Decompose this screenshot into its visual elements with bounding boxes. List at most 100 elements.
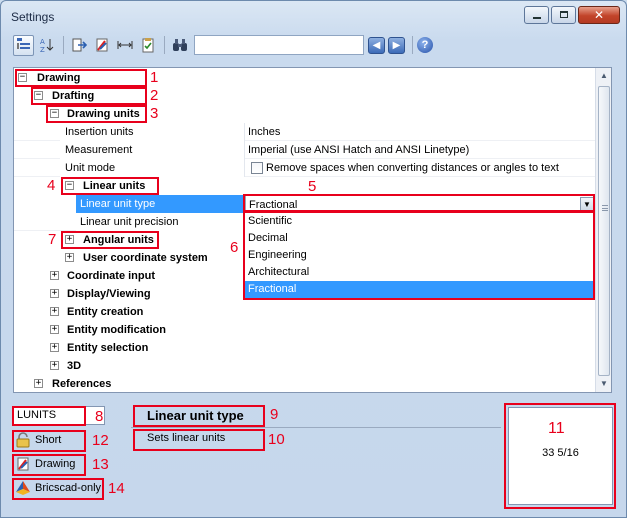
- settings-window: Settings ✕ AZ ◀ ▶ ? − Drawing − Drafting…: [0, 0, 627, 518]
- search-input[interactable]: [194, 35, 364, 55]
- find-button[interactable]: [169, 35, 190, 56]
- property-label: Measurement: [60, 141, 245, 159]
- window-controls: ✕: [524, 6, 620, 24]
- categorized-view-icon: [16, 38, 30, 49]
- tree-node-references[interactable]: + References: [14, 375, 596, 392]
- tree-node-entity-creation[interactable]: + Entity creation: [14, 303, 596, 321]
- tree-node-label: References: [52, 378, 112, 390]
- drawing-pencil-icon: [96, 38, 107, 52]
- annotation-box-3: [46, 105, 147, 123]
- expand-icon[interactable]: +: [65, 253, 74, 262]
- annotation-box-12: [12, 430, 86, 452]
- toolbar-separator: [164, 36, 165, 54]
- maximize-icon: [560, 11, 568, 18]
- help-icon: ?: [421, 39, 429, 51]
- callout-11: 11: [548, 420, 565, 437]
- title-bar: Settings ✕: [1, 1, 626, 31]
- tree-node-entity-modification[interactable]: + Entity modification: [14, 321, 596, 339]
- alphabetical-sort-button[interactable]: AZ: [36, 35, 57, 56]
- remove-spaces-checkbox[interactable]: [251, 162, 263, 174]
- tree-node-label: User coordinate system: [83, 252, 208, 264]
- annotation-box-4: [61, 177, 159, 195]
- scroll-up-icon[interactable]: ▲: [596, 68, 611, 84]
- export-icon: [72, 38, 87, 52]
- property-label: Linear unit precision: [76, 213, 245, 231]
- property-row-measurement[interactable]: Measurement Imperial (use ANSI Hatch and…: [14, 141, 596, 159]
- callout-3: 3: [150, 105, 159, 122]
- callout-10: 10: [268, 431, 285, 448]
- categorized-view-button[interactable]: [13, 34, 34, 56]
- annotation-box-2: [31, 87, 147, 105]
- export-button[interactable]: [68, 35, 89, 56]
- maximize-button[interactable]: [551, 6, 576, 24]
- vertical-scrollbar[interactable]: ▲ ▼: [595, 68, 611, 392]
- next-result-button[interactable]: ▶: [388, 36, 405, 54]
- annotation-box-9: [133, 405, 265, 427]
- window-title: Settings: [11, 10, 55, 24]
- callout-7: 7: [48, 231, 57, 248]
- annotation-box-6: [243, 211, 595, 300]
- close-icon: ✕: [593, 8, 605, 22]
- property-label: Insertion units: [60, 123, 245, 141]
- sort-az-icon: AZ: [40, 38, 53, 53]
- expand-icon[interactable]: +: [50, 307, 59, 316]
- tree-node-entity-selection[interactable]: + Entity selection: [14, 339, 596, 357]
- property-row-insertion-units[interactable]: Insertion units Inches: [14, 123, 596, 141]
- arrow-right-icon: ▶: [392, 39, 401, 51]
- callout-13: 13: [92, 456, 109, 473]
- minimize-icon: [533, 17, 541, 19]
- callout-14: 14: [108, 480, 125, 497]
- expand-icon[interactable]: +: [34, 379, 43, 388]
- property-label: Linear unit type: [76, 195, 245, 213]
- tree-node-label: Coordinate input: [67, 270, 155, 282]
- tree-node-label: 3D: [67, 360, 82, 372]
- toolbar: AZ ◀ ▶ ?: [13, 33, 433, 57]
- checkbox-label: Remove spaces when converting distances …: [266, 162, 559, 174]
- callout-6: 6: [230, 239, 239, 256]
- expand-icon[interactable]: +: [50, 271, 59, 280]
- grip-icon: [602, 205, 608, 211]
- expand-icon[interactable]: +: [50, 361, 59, 370]
- property-label: Unit mode: [60, 159, 245, 177]
- help-button[interactable]: ?: [417, 37, 433, 53]
- close-button[interactable]: ✕: [578, 6, 620, 24]
- callout-8: 8: [95, 408, 104, 425]
- tree-node-label: Entity selection: [67, 342, 149, 354]
- checklist-button[interactable]: [137, 35, 158, 56]
- tree-node-label: Entity creation: [67, 306, 144, 318]
- info-divider: [131, 427, 501, 428]
- binoculars-icon: [172, 39, 187, 51]
- annotation-box-13: [12, 454, 86, 476]
- dimension-button[interactable]: [114, 35, 135, 56]
- callout-9: 9: [270, 406, 279, 423]
- callout-2: 2: [150, 87, 159, 104]
- scroll-down-icon[interactable]: ▼: [596, 376, 611, 392]
- svg-text:A: A: [40, 38, 45, 46]
- expand-icon[interactable]: +: [50, 289, 59, 298]
- callout-12: 12: [92, 432, 109, 449]
- svg-text:Z: Z: [40, 46, 45, 53]
- callout-4: 4: [47, 177, 56, 194]
- expand-icon[interactable]: +: [50, 343, 59, 352]
- toolbar-separator: [63, 36, 64, 54]
- annotation-box-1: [15, 69, 147, 87]
- tree-node-3d[interactable]: + 3D: [14, 357, 596, 375]
- checklist-icon: [142, 38, 153, 53]
- scrollbar-thumb[interactable]: [598, 86, 610, 376]
- expand-icon[interactable]: +: [50, 325, 59, 334]
- drawing-settings-button[interactable]: [91, 35, 112, 56]
- tree-node-label: Display/Viewing: [67, 288, 151, 300]
- callout-1: 1: [150, 69, 159, 86]
- toolbar-separator: [412, 36, 413, 54]
- property-value: Inches: [248, 126, 281, 138]
- annotation-box-11: [504, 403, 616, 509]
- annotation-box-14: [12, 478, 104, 500]
- annotation-box-7: [61, 231, 159, 249]
- previous-result-button[interactable]: ◀: [368, 36, 385, 54]
- dimension-arrows-icon: [117, 41, 132, 49]
- property-row-unit-mode[interactable]: Unit mode Remove spaces when converting …: [14, 159, 596, 177]
- annotation-box-8: [12, 406, 86, 426]
- arrow-left-icon: ◀: [372, 39, 381, 51]
- minimize-button[interactable]: [524, 6, 549, 24]
- tree-node-label: Entity modification: [67, 324, 166, 336]
